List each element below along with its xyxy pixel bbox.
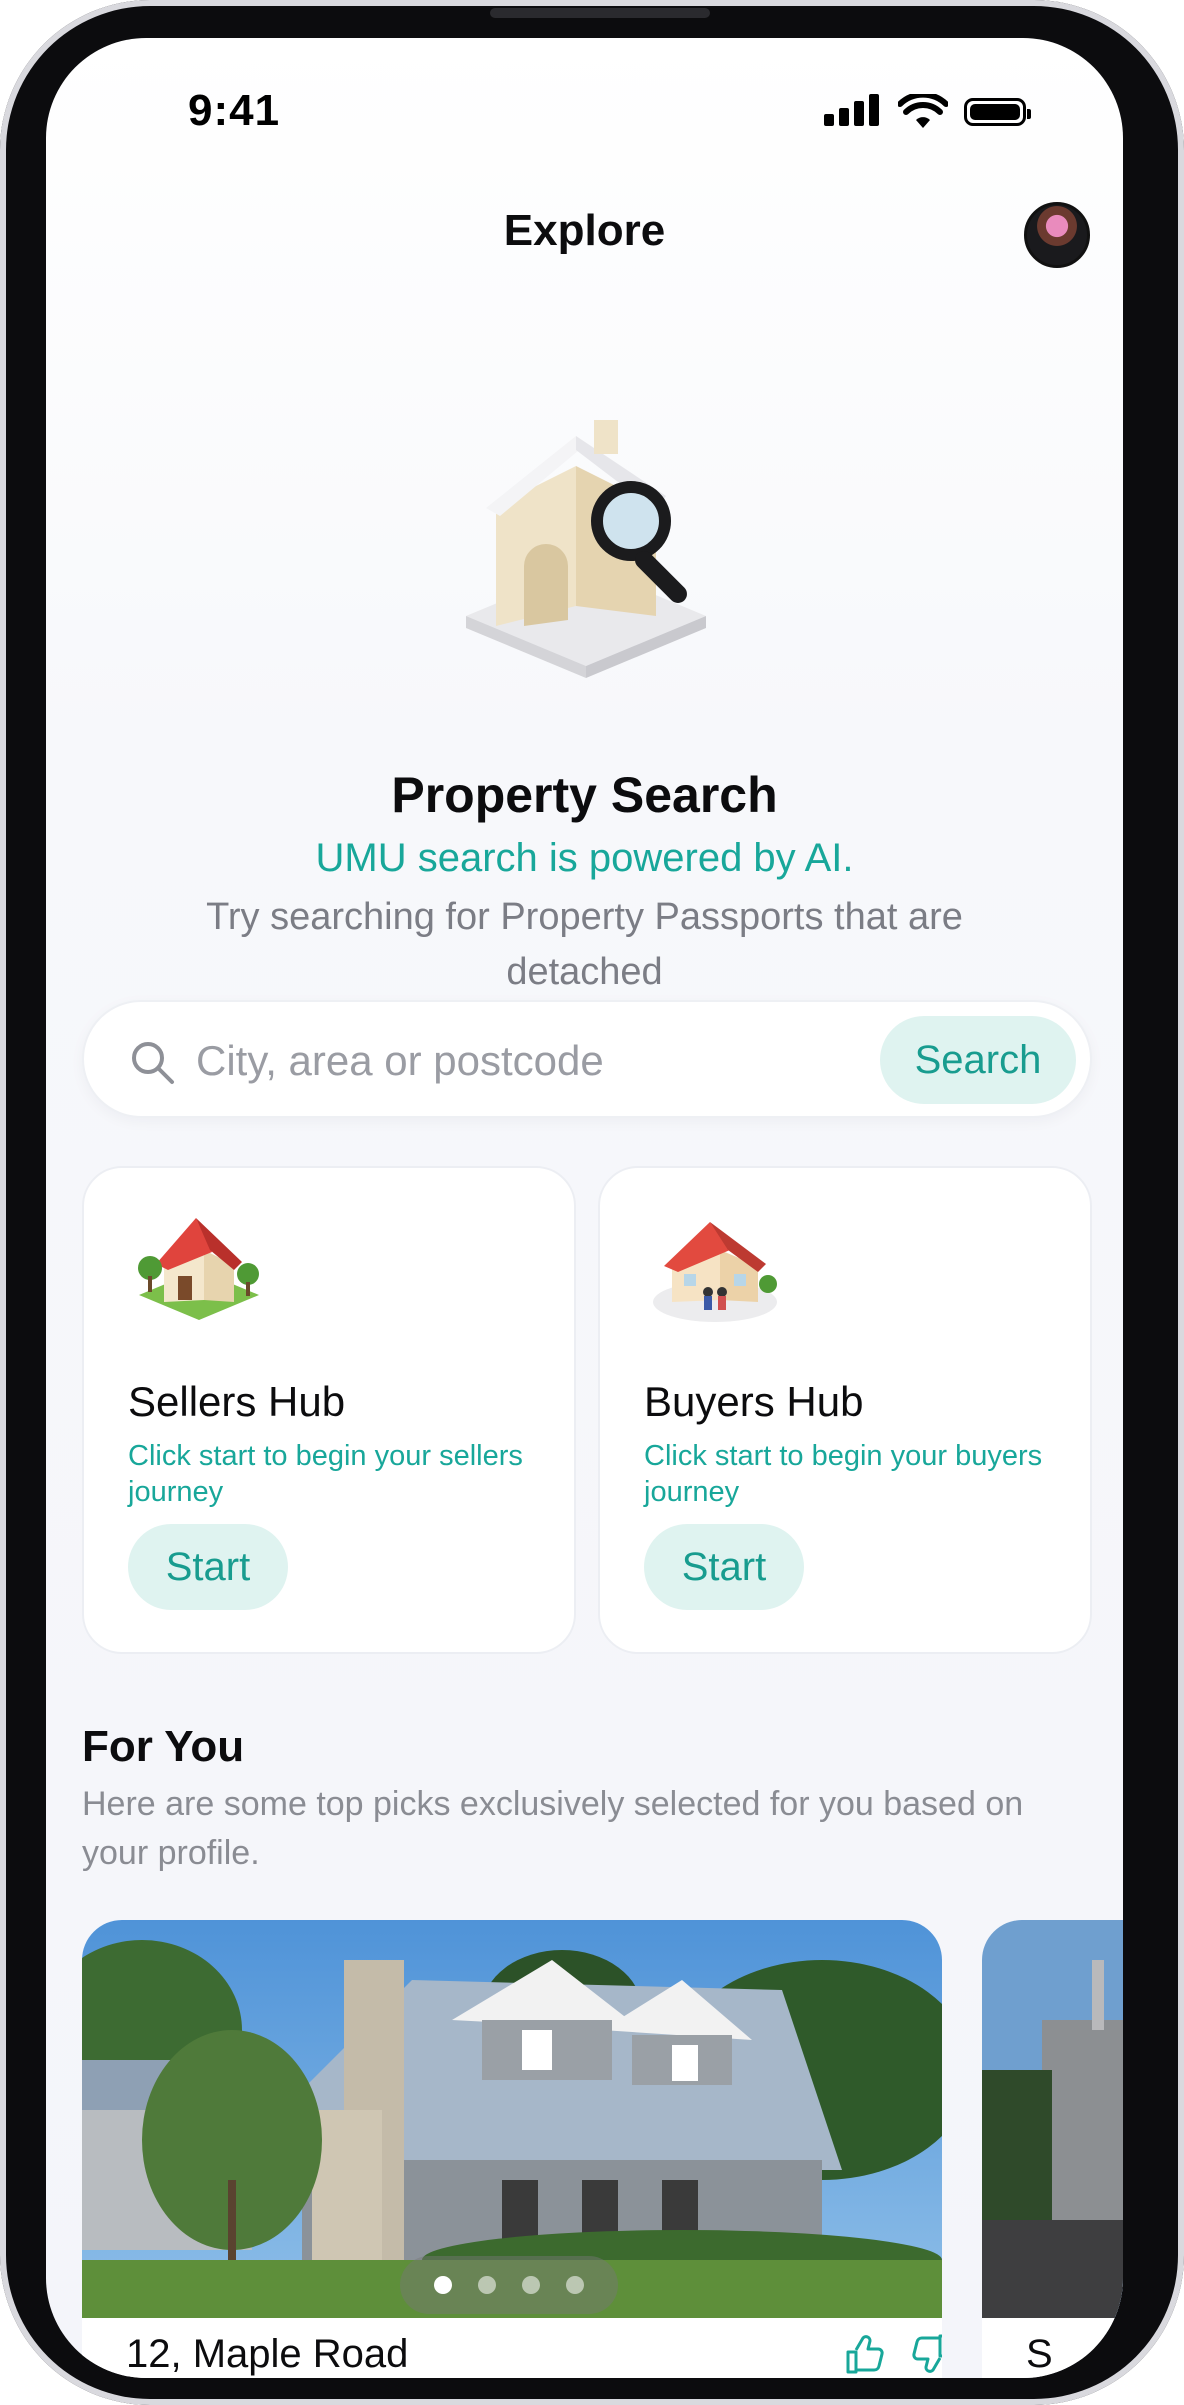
carousel-dot[interactable]	[434, 2276, 452, 2294]
search-input[interactable]	[194, 1028, 838, 1094]
avatar[interactable]	[1024, 202, 1090, 268]
listing-photo[interactable]	[982, 1920, 1123, 2318]
buyers-hub-card[interactable]: Buyers Hub Click start to begin your buy…	[598, 1166, 1092, 1654]
phone-frame: 9:41 Explore Property Search UMU search …	[0, 0, 1184, 2405]
like-icon[interactable]	[842, 2332, 886, 2376]
status-time: 9:41	[188, 86, 281, 135]
listing-card[interactable]: 12, Maple Road	[82, 1920, 942, 2378]
carousel-dot[interactable]	[566, 2276, 584, 2294]
for-you-title: For You	[82, 1722, 245, 1771]
hub-title: Buyers Hub	[644, 1378, 864, 1425]
app-screen: 9:41 Explore Property Search UMU search …	[46, 38, 1123, 2378]
listing-address: S	[1026, 2332, 1053, 2376]
sellers-start-button[interactable]: Start	[128, 1524, 288, 1610]
carousel-dot[interactable]	[522, 2276, 540, 2294]
sellers-hub-card[interactable]: Sellers Hub Click start to begin your se…	[82, 1166, 576, 1654]
property-search-title: Property Search	[391, 767, 778, 823]
battery-icon	[964, 98, 1031, 126]
search-icon	[132, 1042, 174, 1084]
hub-title: Sellers Hub	[128, 1378, 346, 1425]
dislike-icon[interactable]	[910, 2332, 942, 2376]
house-search-illustration	[466, 420, 706, 678]
wifi-icon	[898, 94, 948, 128]
listing-card[interactable]: S	[982, 1920, 1123, 2378]
signal-icon	[824, 94, 884, 130]
page-title: Explore	[503, 206, 666, 255]
listing-address: 12, Maple Road	[126, 2332, 409, 2376]
for-you-description: Here are some top picks exclusively sele…	[82, 1785, 1024, 1872]
carousel-dot[interactable]	[478, 2276, 496, 2294]
search-button[interactable]: Search	[880, 1016, 1076, 1104]
search-hint: Try searching for Property Passports tha…	[206, 896, 963, 993]
ai-tagline: UMU search is powered by AI.	[315, 836, 854, 880]
buyers-start-button[interactable]: Start	[644, 1524, 804, 1610]
hub-description: Click start to begin your sellers journe…	[128, 1440, 523, 1508]
speaker-grille	[490, 8, 710, 18]
buyers-house-icon	[653, 1222, 777, 1322]
hub-description: Click start to begin your buyers journey	[644, 1440, 1043, 1508]
status-icons	[824, 94, 1054, 134]
sellers-house-icon	[138, 1218, 259, 1320]
search-bar: Search	[82, 1000, 1092, 1118]
carousel-dots[interactable]	[400, 2256, 618, 2314]
